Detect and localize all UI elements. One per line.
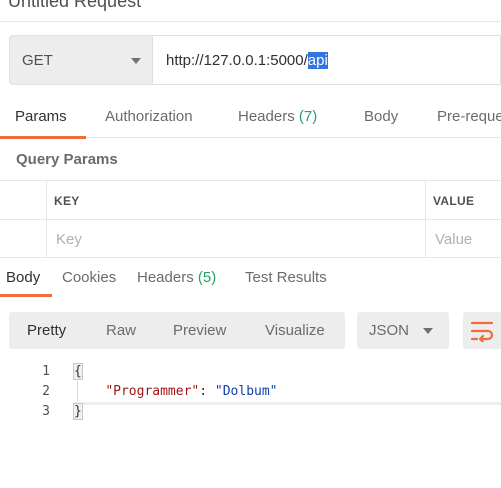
close-brace: } — [73, 403, 83, 420]
params-active-indicator — [0, 136, 86, 139]
tab-headers-label: Headers — [238, 108, 295, 125]
table-divider — [0, 219, 501, 220]
view-mode-bar: Pretty Raw Preview Visualize — [9, 312, 345, 349]
response-tabs: Body Cookies Headers (5) Test Results — [0, 258, 501, 298]
request-tabs: Params Authorization Headers (7) Body Pr… — [0, 98, 501, 138]
code-line: "Programmer": "Dolbum" — [74, 384, 278, 399]
wrap-lines-icon — [470, 321, 494, 342]
open-brace: { — [73, 363, 83, 380]
chevron-down-icon — [423, 328, 433, 334]
value-column-header: VALUE — [433, 194, 475, 208]
tab-params[interactable]: Params — [15, 108, 67, 125]
tab-test-results[interactable]: Test Results — [245, 269, 327, 286]
line-number: 3 — [42, 404, 50, 419]
line-number: 2 — [42, 384, 50, 399]
response-headers-count-badge: (5) — [197, 269, 217, 286]
json-value: "Dolbum" — [214, 384, 278, 399]
url-text: http://127.0.0.1:5000/api — [166, 52, 328, 69]
raw-button[interactable]: Raw — [106, 322, 136, 339]
format-label: JSON — [369, 322, 410, 339]
headers-count-badge: (7) — [298, 108, 318, 125]
code-line: { — [73, 363, 83, 380]
query-params-title: Query Params — [16, 151, 118, 168]
tab-cookies[interactable]: Cookies — [62, 269, 116, 286]
format-select[interactable]: JSON — [357, 312, 449, 349]
title-bar: Untitled Request — [0, 0, 501, 22]
line-number: 1 — [42, 364, 50, 379]
url-row: GET http://127.0.0.1:5000/api — [9, 35, 501, 85]
method-label: GET — [22, 52, 53, 69]
tab-prerequest[interactable]: Pre-reque — [437, 108, 501, 125]
tab-response-body[interactable]: Body — [6, 269, 40, 286]
method-select[interactable]: GET — [9, 35, 153, 85]
tab-response-headers-label: Headers — [137, 269, 194, 286]
tab-response-headers[interactable]: Headers (5) — [137, 269, 216, 286]
preview-button[interactable]: Preview — [173, 322, 226, 339]
tab-body[interactable]: Body — [364, 108, 398, 125]
key-column-header: KEY — [54, 194, 80, 208]
code-line: } — [73, 403, 83, 420]
url-selected-text: api — [307, 52, 328, 69]
query-params-table: KEY VALUE Key Value — [0, 180, 501, 258]
tab-headers[interactable]: Headers (7) — [238, 108, 317, 125]
wrap-lines-button[interactable] — [463, 312, 501, 349]
key-input[interactable]: Key — [56, 231, 82, 248]
response-body-editor[interactable]: 1 2 3 { "Programmer": "Dolbum" } — [0, 361, 501, 425]
body-active-indicator — [0, 294, 52, 297]
visualize-button[interactable]: Visualize — [265, 322, 325, 339]
json-key: "Programmer" — [105, 384, 200, 399]
tab-authorization[interactable]: Authorization — [105, 108, 193, 125]
current-line-highlight — [74, 402, 501, 405]
json-colon: : — [199, 384, 215, 399]
chevron-down-icon — [131, 58, 141, 64]
url-input[interactable]: http://127.0.0.1:5000/api — [153, 35, 501, 85]
request-title[interactable]: Untitled Request — [8, 0, 141, 12]
url-prefix: http://127.0.0.1:5000/ — [166, 52, 308, 69]
value-input[interactable]: Value — [435, 231, 472, 248]
pretty-button[interactable]: Pretty — [27, 322, 66, 339]
